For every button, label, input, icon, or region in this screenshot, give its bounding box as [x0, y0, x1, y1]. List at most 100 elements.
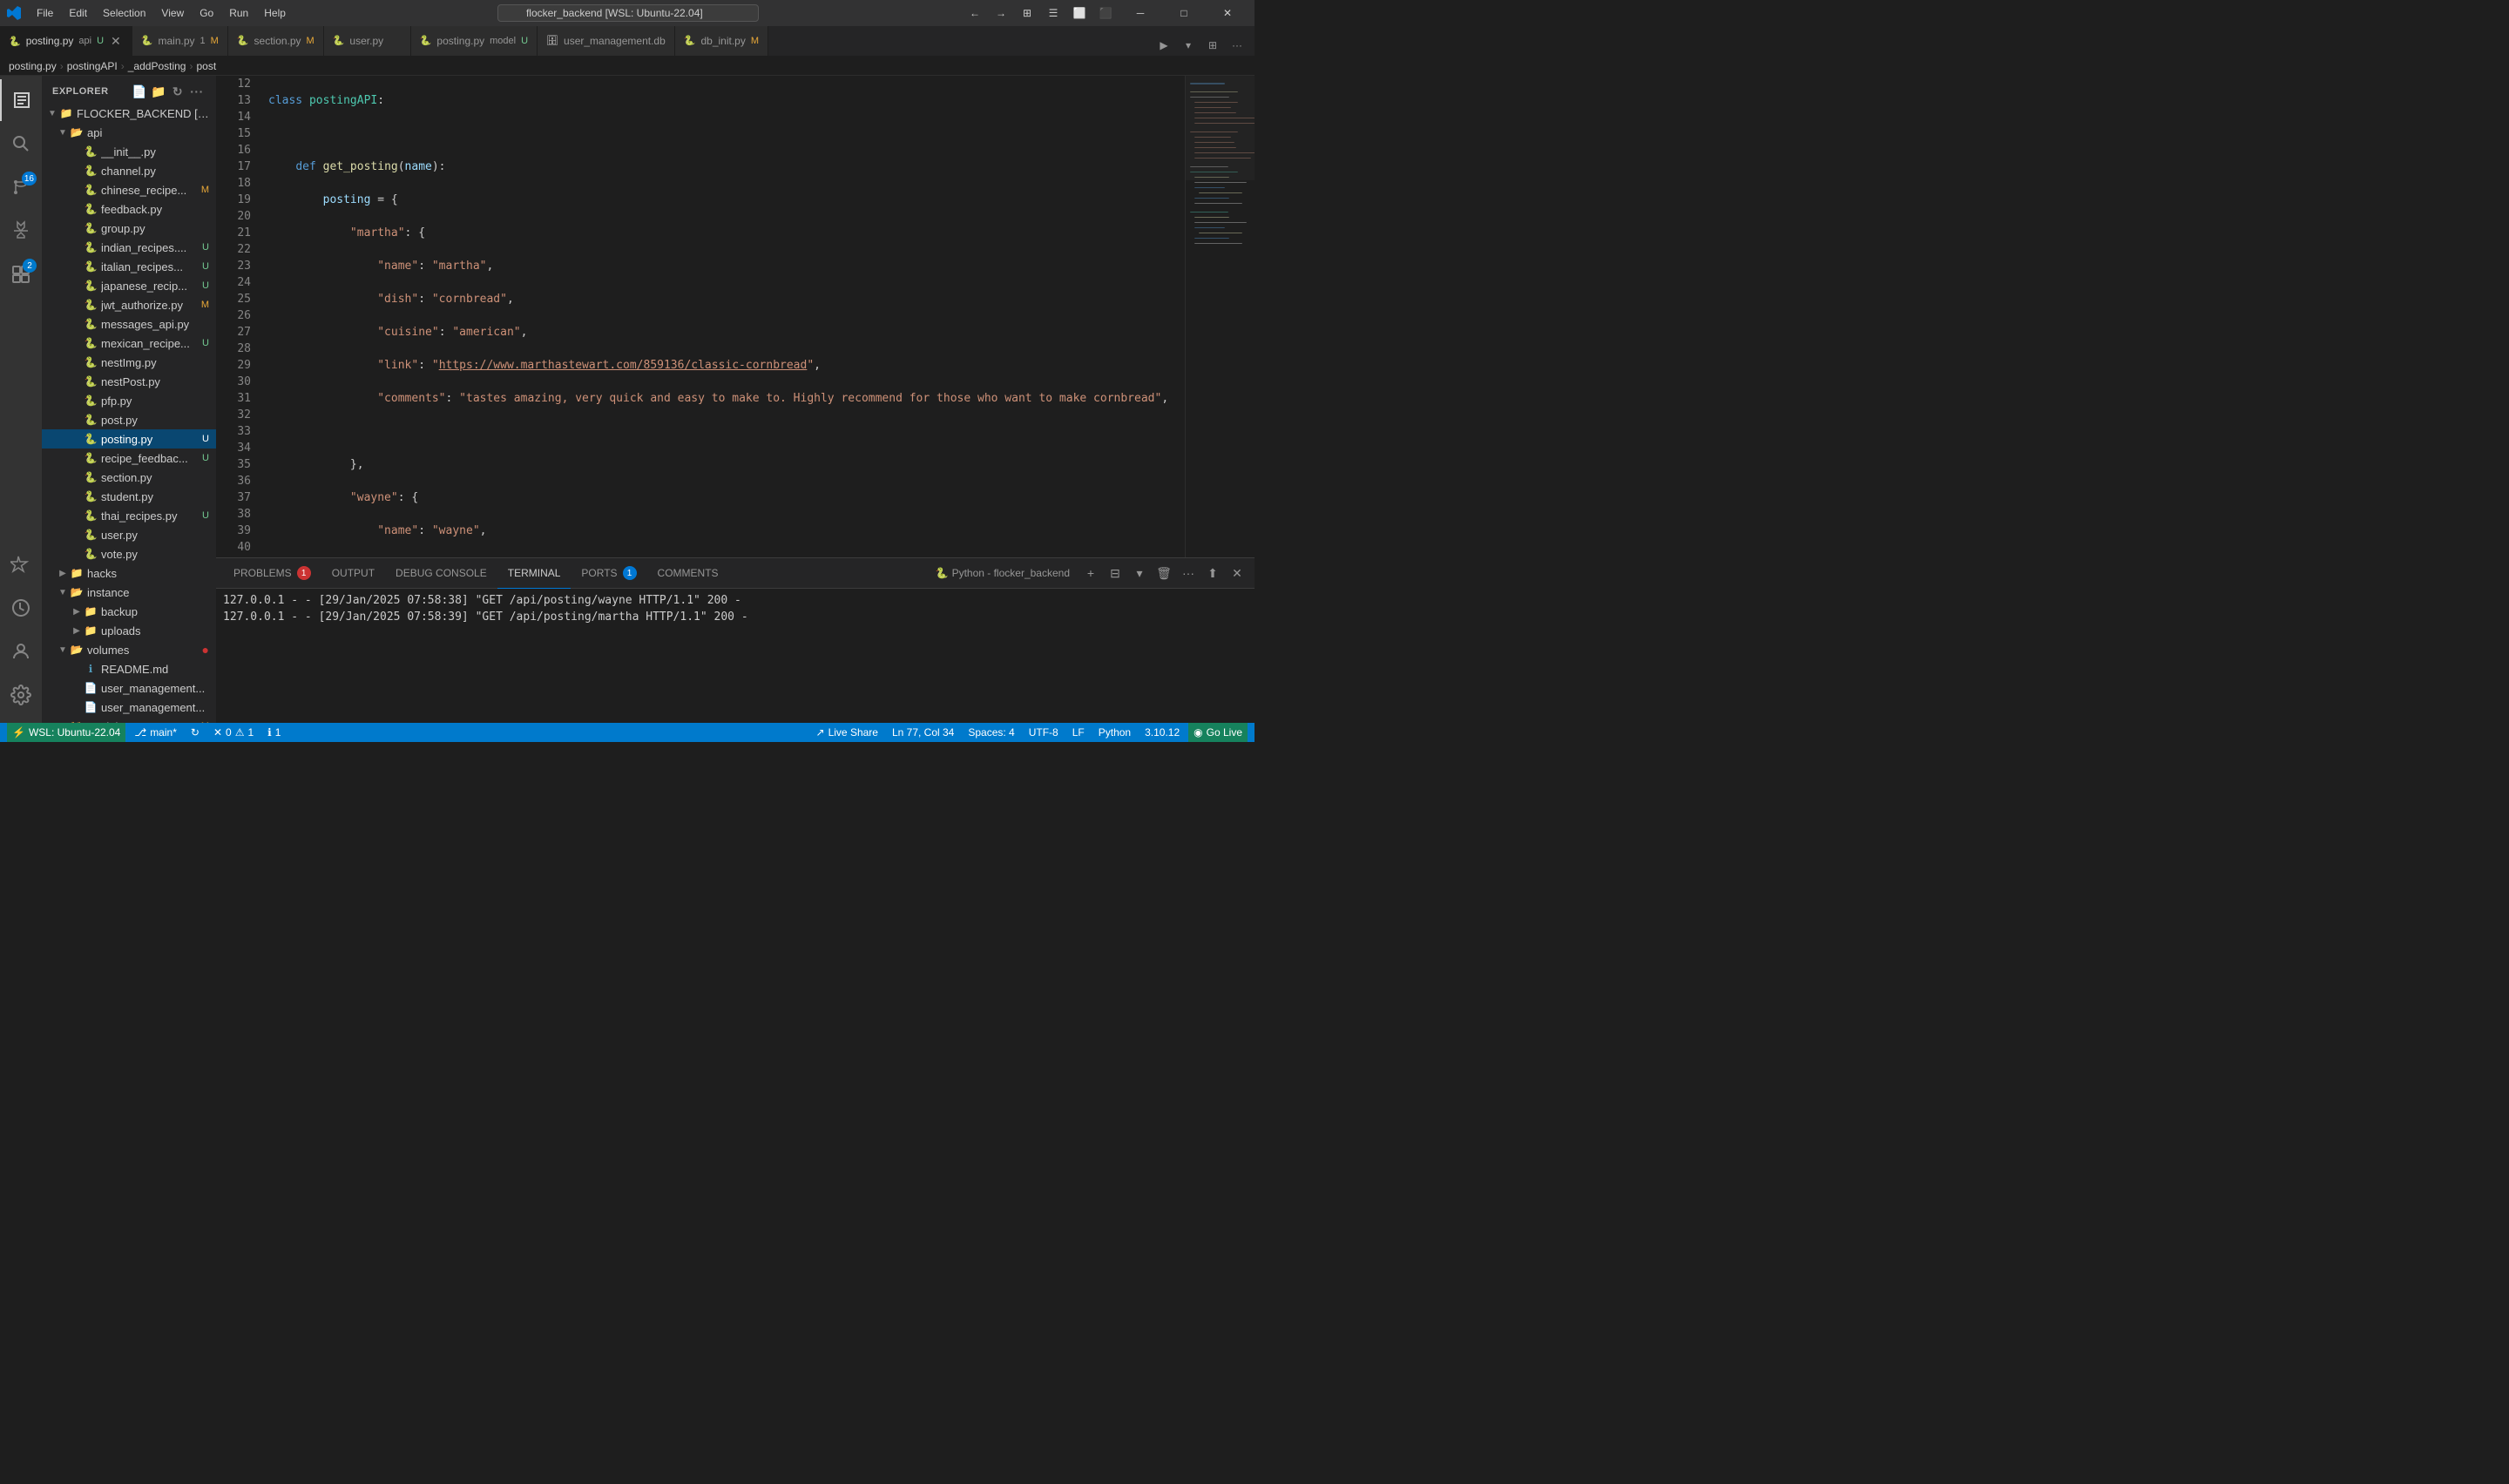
tree-backup[interactable]: ▶ 📁 backup	[42, 602, 216, 621]
activity-search[interactable]	[0, 123, 42, 165]
menu-run[interactable]: Run	[222, 5, 255, 21]
tab-terminal[interactable]: TERMINAL	[497, 558, 571, 589]
more-actions-btn[interactable]: ···	[188, 83, 206, 100]
statusbar-live-share[interactable]: ↗ Live Share	[811, 723, 883, 742]
activity-explorer[interactable]	[0, 79, 42, 121]
split-editor[interactable]: ⬛	[1094, 3, 1117, 23]
menu-view[interactable]: View	[154, 5, 191, 21]
menu-help[interactable]: Help	[257, 5, 293, 21]
tree-japanese[interactable]: 🐍 japanese_recip... U	[42, 276, 216, 295]
statusbar-sync[interactable]: ↻	[186, 723, 205, 742]
activity-extensions[interactable]: 2	[0, 253, 42, 295]
tree-post[interactable]: 🐍 post.py	[42, 410, 216, 429]
tree-user-mgmt2[interactable]: 📄 user_management...	[42, 698, 216, 717]
new-terminal-btn[interactable]: +	[1080, 563, 1101, 583]
terminal-list-btn[interactable]: ▾	[1129, 563, 1150, 583]
maximize-btn[interactable]: □	[1164, 0, 1204, 26]
run-debug-btn[interactable]: ▾	[1178, 35, 1199, 56]
tree-vote[interactable]: 🐍 vote.py	[42, 544, 216, 563]
breadcrumb-addposting[interactable]: _addPosting	[128, 60, 186, 72]
menu-edit[interactable]: Edit	[62, 5, 94, 21]
tree-init[interactable]: 🐍 __init__.py	[42, 142, 216, 161]
run-btn[interactable]: ▶	[1153, 35, 1174, 56]
tree-user[interactable]: 🐍 user.py	[42, 525, 216, 544]
tree-pfp[interactable]: 🐍 pfp.py	[42, 391, 216, 410]
activity-debug[interactable]	[0, 210, 42, 252]
breadcrumb-posting[interactable]: posting.py	[9, 60, 57, 72]
tab-user-db[interactable]: 🗄 user_management.db	[538, 26, 675, 56]
tree-instance[interactable]: ▼ 📂 instance	[42, 583, 216, 602]
statusbar-lang[interactable]: Python	[1093, 723, 1136, 742]
tree-nestimg[interactable]: 🐍 nestImg.py	[42, 353, 216, 372]
statusbar-branch[interactable]: ⎇ main*	[129, 723, 182, 742]
tree-user-mgmt1[interactable]: 📄 user_management...	[42, 678, 216, 698]
new-file-btn[interactable]: 📄	[131, 83, 148, 100]
activity-settings[interactable]	[0, 674, 42, 716]
statusbar-encoding[interactable]: UTF-8	[1024, 723, 1064, 742]
refresh-btn[interactable]: ↻	[169, 83, 186, 100]
activity-account[interactable]	[0, 631, 42, 672]
tab-posting-api[interactable]: 🐍 posting.py api U ✕	[0, 26, 132, 56]
search-input[interactable]	[497, 4, 759, 22]
tab-debug-console[interactable]: DEBUG CONSOLE	[385, 558, 497, 589]
tab-section[interactable]: 🐍 section.py M	[228, 26, 324, 56]
tree-channel[interactable]: 🐍 channel.py	[42, 161, 216, 180]
tab-problems[interactable]: PROBLEMS 1	[223, 558, 321, 589]
tab-ports[interactable]: PORTS 1	[571, 558, 646, 589]
tab-main[interactable]: 🐍 main.py 1 M	[132, 26, 228, 56]
tree-uploads[interactable]: ▶ 📁 uploads	[42, 621, 216, 640]
statusbar-info[interactable]: ℹ 1	[262, 723, 286, 742]
activity-git[interactable]: 16	[0, 166, 42, 208]
more-btn[interactable]: ···	[1227, 35, 1248, 56]
tree-posting-active[interactable]: 🐍 posting.py U	[42, 429, 216, 449]
split-btn[interactable]: ⊞	[1202, 35, 1223, 56]
kill-terminal-btn[interactable]: 🗑	[1153, 563, 1174, 583]
layout-btn[interactable]: ⊞	[1016, 3, 1038, 23]
statusbar-ln-col[interactable]: Ln 77, Col 34	[887, 723, 959, 742]
tree-thai[interactable]: 🐍 thai_recipes.py U	[42, 506, 216, 525]
split-terminal-btn[interactable]: ⊟	[1105, 563, 1126, 583]
tree-indian[interactable]: 🐍 indian_recipes.... U	[42, 238, 216, 257]
terminal-content[interactable]: 127.0.0.1 - - [29/Jan/2025 07:58:38] "GE…	[216, 589, 1254, 723]
sidebar-toggle[interactable]: ☰	[1042, 3, 1065, 23]
tree-chinese[interactable]: 🐍 chinese_recipe... M	[42, 180, 216, 199]
nav-forward[interactable]: →	[990, 3, 1012, 23]
tree-italian[interactable]: 🐍 italian_recipes... U	[42, 257, 216, 276]
tree-model[interactable]: ▼ 📂 model M	[42, 717, 216, 723]
tab-posting-model[interactable]: 🐍 posting.py model U	[411, 26, 538, 56]
activity-remote[interactable]	[0, 587, 42, 629]
tree-hacks[interactable]: ▶ 📁 hacks	[42, 563, 216, 583]
tree-root[interactable]: ▼ 📁 FLOCKER_BACKEND [WSL:...	[42, 104, 216, 123]
tree-student[interactable]: 🐍 student.py	[42, 487, 216, 506]
activity-test[interactable]	[0, 543, 42, 585]
more-panel-btn[interactable]: ···	[1178, 563, 1199, 583]
statusbar-spaces[interactable]: Spaces: 4	[963, 723, 1019, 742]
menu-selection[interactable]: Selection	[96, 5, 152, 21]
close-panel-btn[interactable]: ✕	[1227, 563, 1248, 583]
tree-group[interactable]: 🐍 group.py	[42, 219, 216, 238]
breadcrumb-postingapi[interactable]: postingAPI	[67, 60, 118, 72]
tree-jwt[interactable]: 🐍 jwt_authorize.py M	[42, 295, 216, 314]
statusbar-wsl[interactable]: ⚡ WSL: Ubuntu-22.04	[7, 723, 125, 742]
menu-file[interactable]: File	[30, 5, 60, 21]
tree-readme[interactable]: ℹ README.md	[42, 659, 216, 678]
statusbar-errors[interactable]: ✕ 0 ⚠ 1	[208, 723, 259, 742]
breadcrumb-post[interactable]: post	[196, 60, 216, 72]
maximize-panel-btn[interactable]: ⬆	[1202, 563, 1223, 583]
tree-api-folder[interactable]: ▼ 📂 api	[42, 123, 216, 142]
tree-section[interactable]: 🐍 section.py	[42, 468, 216, 487]
close-btn[interactable]: ✕	[1207, 0, 1248, 26]
new-folder-btn[interactable]: 📁	[150, 83, 167, 100]
tab-db-init[interactable]: 🐍 db_init.py M	[675, 26, 768, 56]
tree-feedback[interactable]: 🐍 feedback.py	[42, 199, 216, 219]
minimize-btn[interactable]: ─	[1120, 0, 1160, 26]
tab-output[interactable]: OUTPUT	[321, 558, 385, 589]
statusbar-eol[interactable]: LF	[1067, 723, 1090, 742]
tree-recipe[interactable]: 🐍 recipe_feedbac... U	[42, 449, 216, 468]
tree-volumes[interactable]: ▼ 📂 volumes ●	[42, 640, 216, 659]
panel-toggle[interactable]: ⬜	[1068, 3, 1091, 23]
tree-messages[interactable]: 🐍 messages_api.py	[42, 314, 216, 334]
tab-user[interactable]: 🐍 user.py	[324, 26, 411, 56]
tree-nestpost[interactable]: 🐍 nestPost.py	[42, 372, 216, 391]
nav-back[interactable]: ←	[964, 3, 986, 23]
